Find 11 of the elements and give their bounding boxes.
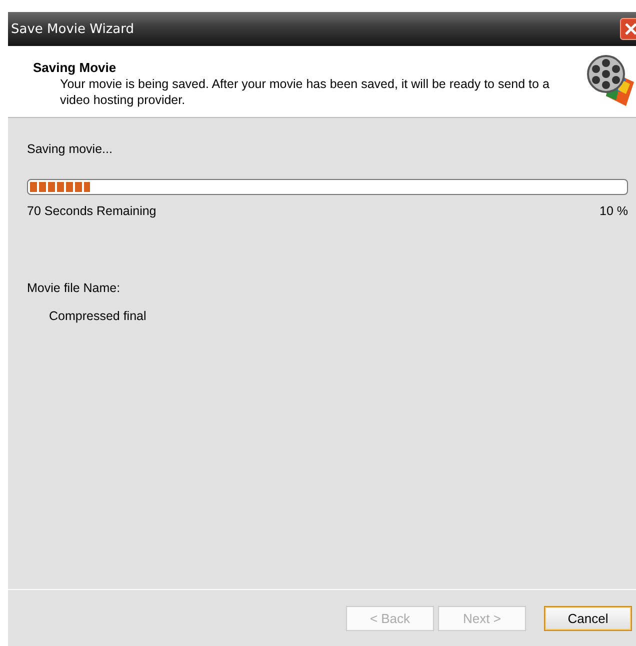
wizard-step-description: Your movie is being saved. After your movie has been saved, it will be ready to send to a video hosting provider. xyxy=(59,76,550,108)
percent-complete: 10 % xyxy=(600,204,628,218)
wizard-button[interactable]: Cancel xyxy=(544,606,632,630)
window-title: Save Movie Wizard xyxy=(10,22,134,36)
time-remaining: 70 Seconds Remaining xyxy=(27,204,156,218)
file-name-label: Movie file Name: xyxy=(27,281,122,295)
file-name: Compressed final xyxy=(48,309,148,323)
close-icon xyxy=(624,22,636,36)
wizard-step-title: Saving Movie xyxy=(33,60,118,75)
status-label: Saving movie... xyxy=(27,142,114,156)
close-button[interactable] xyxy=(620,18,636,40)
